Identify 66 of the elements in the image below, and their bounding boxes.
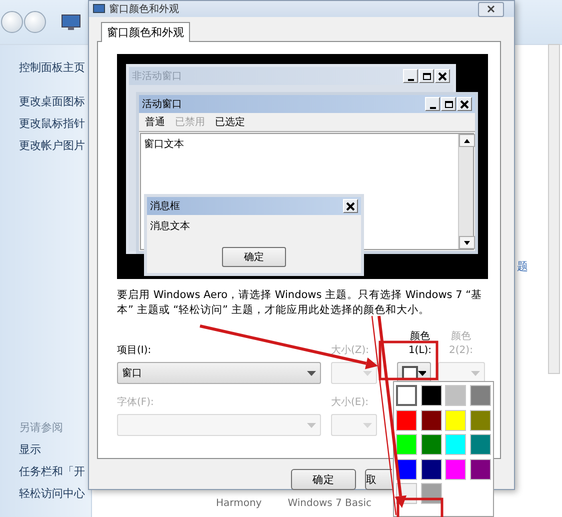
down-arrow-icon[interactable] xyxy=(463,240,471,246)
description-text: 要启用 Windows Aero，请选择 Windows 主题。只有选择 Windows 7 “基本” 主题或 “轻松访问” 主题，才能应用此处选择的颜色和大小。 xyxy=(117,288,484,318)
theme-link[interactable]: 题 xyxy=(517,259,528,274)
theme-name[interactable]: Harmony xyxy=(216,498,262,509)
message-text: 消息文本 xyxy=(149,220,191,234)
close-icon xyxy=(346,202,355,210)
see-also-link[interactable]: 轻松访问中心 xyxy=(19,483,91,505)
caret-icon xyxy=(471,370,480,376)
color-swatch[interactable] xyxy=(470,385,490,406)
see-also-link[interactable]: 显示 xyxy=(19,439,91,461)
display-icon[interactable] xyxy=(61,14,81,30)
field-label: 大小(Z): xyxy=(331,344,370,358)
up-arrow-icon[interactable] xyxy=(463,138,471,144)
color-swatch[interactable] xyxy=(445,410,466,430)
close-icon xyxy=(487,5,495,13)
caret-icon xyxy=(363,422,372,428)
menu-item[interactable]: 已选定 xyxy=(215,115,245,129)
close-button[interactable] xyxy=(478,2,504,16)
color-swatch[interactable] xyxy=(445,458,466,480)
field-label: 项目(I): xyxy=(117,344,152,358)
maximize-button[interactable] xyxy=(441,97,456,111)
color-swatch[interactable] xyxy=(470,434,490,455)
caret-icon xyxy=(307,422,316,428)
theme-name[interactable]: Windows 7 Basic xyxy=(288,498,372,509)
window-text: 窗口文本 xyxy=(143,138,185,152)
color-swatch[interactable] xyxy=(445,434,466,455)
field-label: 字体(F): xyxy=(117,396,155,410)
window-title: 非活动窗口 xyxy=(132,70,182,83)
message-box-title: 消息框 xyxy=(150,200,180,213)
ok-button[interactable]: 确定 xyxy=(291,469,356,490)
maximize-button[interactable] xyxy=(419,69,434,83)
dropdown[interactable]: 窗口 xyxy=(117,362,321,384)
color-swatch[interactable] xyxy=(420,410,442,430)
sidebar-link[interactable]: 更改帐户图片 xyxy=(19,135,91,157)
field-label: 颜色1(L): xyxy=(407,330,433,358)
color-swatch[interactable] xyxy=(420,385,442,406)
window-icon xyxy=(93,4,105,14)
window-title: 活动窗口 xyxy=(142,98,182,111)
color-swatch[interactable] xyxy=(470,410,490,430)
field-label: 颜色2(2): xyxy=(448,330,474,358)
sidebar-link[interactable]: 更改鼠标指针 xyxy=(19,113,91,135)
color-swatch[interactable] xyxy=(396,410,417,430)
color-swatch[interactable] xyxy=(420,458,442,480)
color-swatch[interactable] xyxy=(470,458,490,480)
minimize-button[interactable] xyxy=(403,69,418,83)
sidebar-link[interactable]: 控制面板主页 xyxy=(19,57,91,79)
color-swatch[interactable] xyxy=(396,385,417,406)
caret-icon xyxy=(307,370,316,376)
window-title: 窗口颜色和外观 xyxy=(109,2,179,16)
color-swatch[interactable] xyxy=(396,434,417,455)
caret-icon xyxy=(418,370,426,376)
tab[interactable]: 窗口颜色和外观 xyxy=(101,22,190,42)
highlight-box xyxy=(378,340,438,380)
see-also-link[interactable]: 任务栏和「开 xyxy=(19,461,91,483)
field-label: 大小(E): xyxy=(331,396,370,410)
close-icon xyxy=(460,100,469,108)
sidebar-link[interactable]: 更改桌面图标 xyxy=(19,91,91,113)
minimize-button[interactable] xyxy=(425,97,440,111)
see-also-heading: 另请参阅 xyxy=(19,420,64,436)
menu-item[interactable]: 普通 xyxy=(145,115,165,129)
color-swatch[interactable] xyxy=(420,434,442,455)
highlight-box xyxy=(396,498,444,517)
cancel-button[interactable]: 取 xyxy=(365,469,392,490)
color-swatch[interactable] xyxy=(445,385,466,406)
ok-button[interactable]: 确定 xyxy=(222,247,286,267)
close-icon xyxy=(438,72,447,80)
